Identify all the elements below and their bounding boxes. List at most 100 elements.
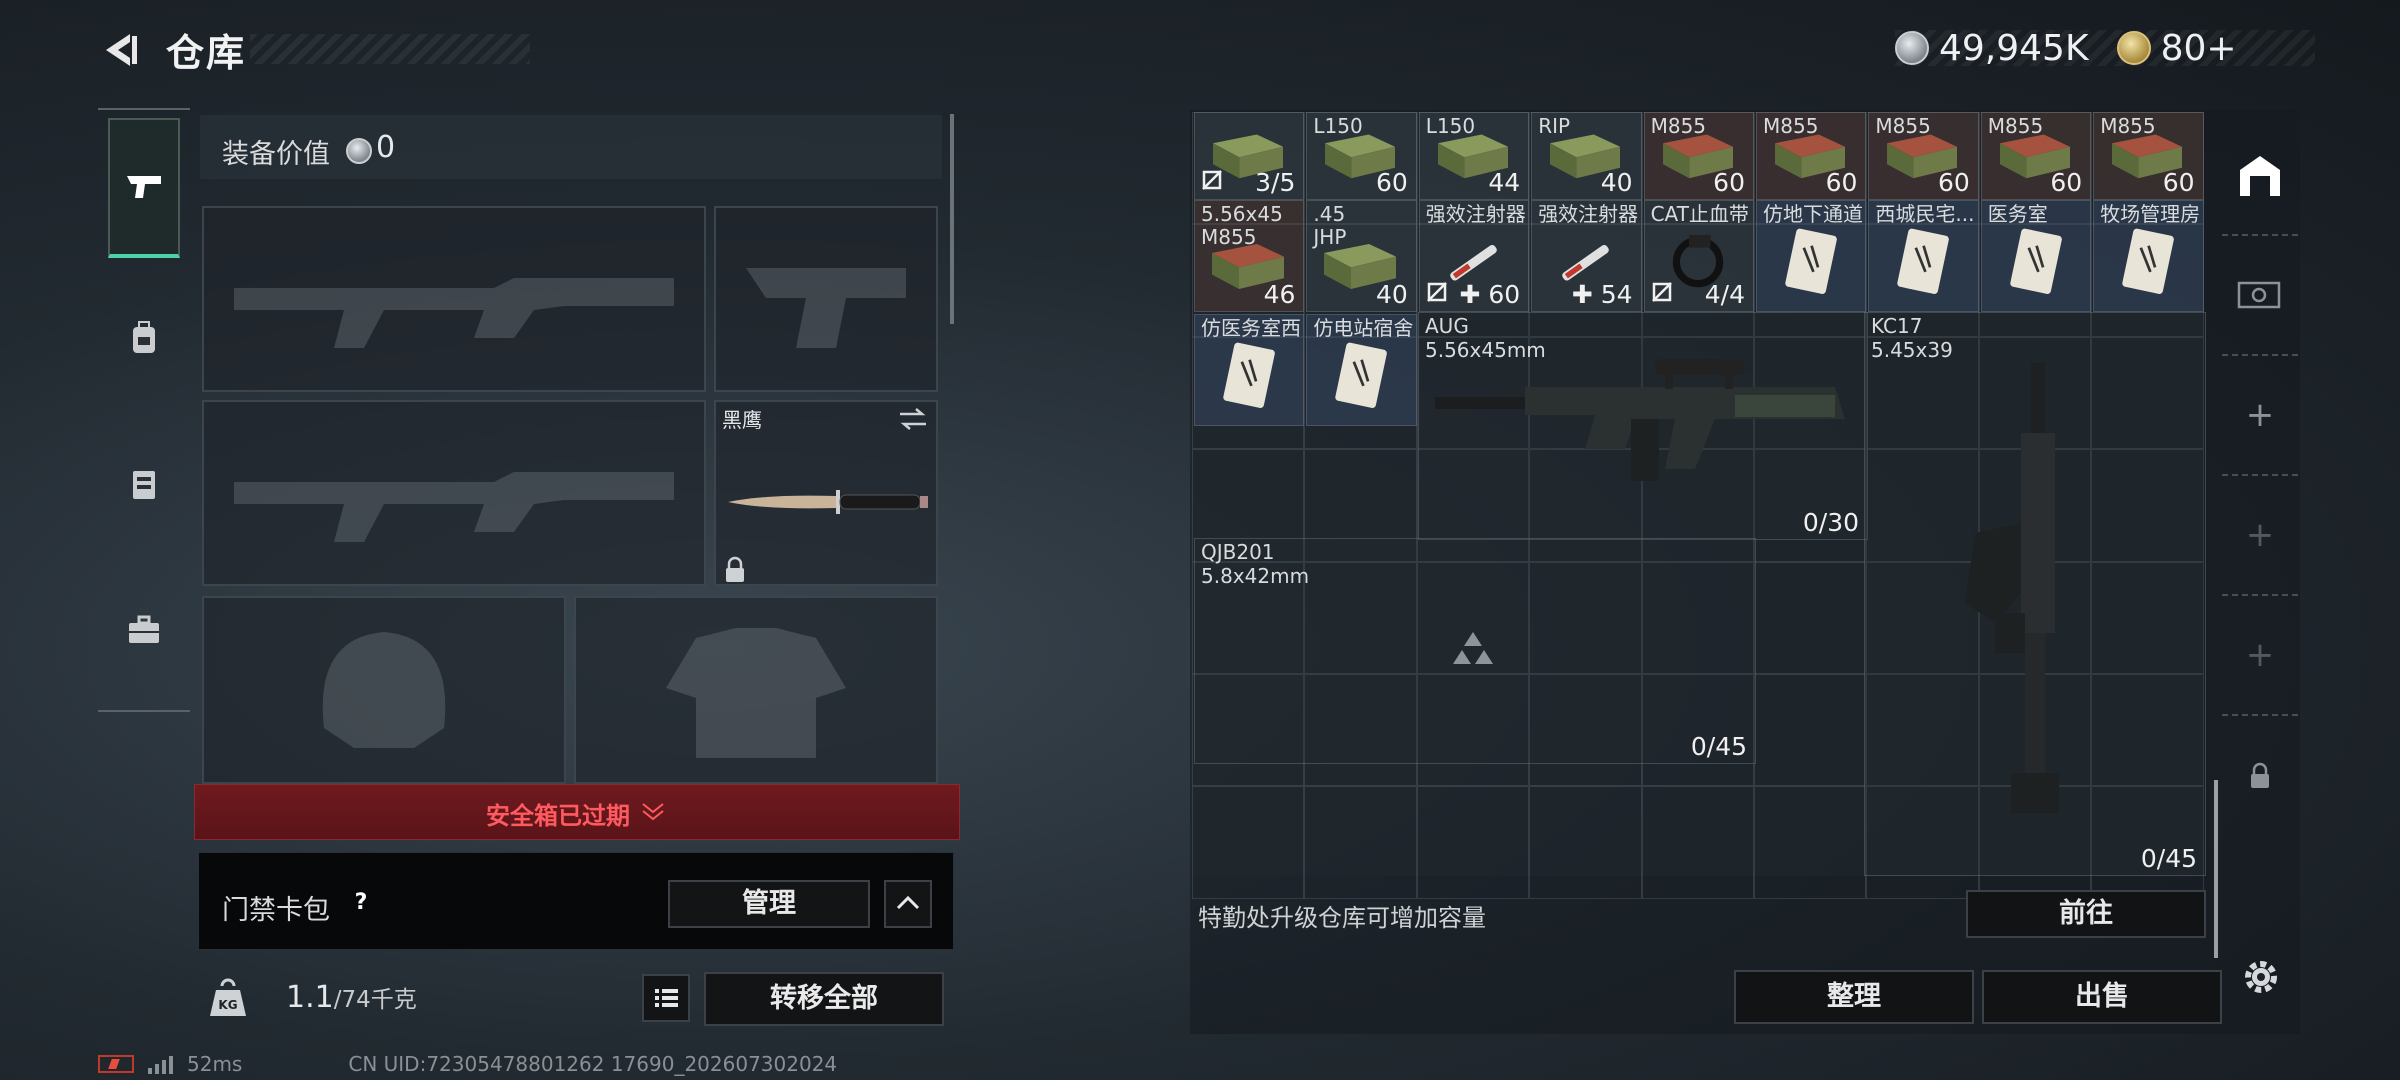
rifle-silhouette-icon: [234, 278, 674, 348]
warehouse-item[interactable]: M855 60: [2093, 112, 2204, 200]
item-name: 仿医务室西: [1201, 316, 1301, 340]
weight-kg-icon: KG: [210, 978, 246, 1016]
warehouse-item[interactable]: 牧场管理房: [2093, 200, 2204, 312]
aug-item[interactable]: AUG 5.56x45mm 0/30: [1418, 312, 1868, 540]
currency-display[interactable]: 49,945K 80+: [1895, 26, 2237, 70]
item-count: 60: [1713, 168, 1745, 197]
goto-button[interactable]: 前往: [1966, 890, 2206, 938]
keycard-icon: [1897, 228, 1950, 294]
item-name: M855: [1650, 114, 1707, 138]
kc17-rifle-icon: [1965, 363, 2059, 813]
warehouse-item[interactable]: M855 60: [1643, 112, 1754, 200]
settings-gear-icon[interactable]: [2238, 954, 2284, 1000]
add-tab-button-3[interactable]: +: [2222, 596, 2298, 716]
warehouse-tab-cash[interactable]: [2222, 236, 2298, 356]
equip-scrollbar[interactable]: [950, 114, 954, 324]
primary-weapon-slot[interactable]: [202, 206, 706, 392]
warehouse-item[interactable]: 西城民宅...: [1868, 200, 1979, 312]
sidearm-slot[interactable]: [714, 206, 938, 392]
warehouse-item[interactable]: RIP 40: [1531, 112, 1642, 200]
grid-cell[interactable]: [1304, 786, 1417, 899]
warehouse-item[interactable]: 仿医务室西: [1194, 314, 1305, 426]
warehouse-item[interactable]: 5.56x45 M855 46: [1194, 200, 1305, 312]
warehouse-item[interactable]: CAT止血带 4/4: [1643, 200, 1754, 312]
signal-icon: [148, 1054, 173, 1074]
warehouse-item[interactable]: M855 60: [1868, 112, 1979, 200]
keycard-icon: [2122, 228, 2175, 294]
list-view-button[interactable]: [642, 974, 690, 1022]
grid-cell[interactable]: [1192, 786, 1305, 899]
item-name: L150: [1313, 114, 1363, 138]
item-count: 46: [1263, 280, 1296, 309]
battery-icon: [98, 1055, 134, 1073]
keycard-icon: [1785, 228, 1837, 294]
pistol-icon: [127, 176, 161, 198]
chevron-up-icon: [896, 895, 920, 910]
lock-icon: [726, 556, 744, 582]
item-name: 医务室: [1987, 202, 2048, 226]
warehouse-item[interactable]: M855 60: [1980, 112, 2092, 200]
tab-frame-bottom: [98, 710, 190, 712]
locked-tab[interactable]: [2222, 716, 2298, 836]
weight-max: /74千克: [333, 987, 417, 1013]
tab-backpack[interactable]: [108, 268, 180, 408]
item-count: 60: [1375, 168, 1408, 197]
warehouse-item[interactable]: L150 60: [1306, 112, 1417, 200]
grid-cell[interactable]: [1416, 786, 1530, 899]
helmet-slot[interactable]: [202, 596, 566, 784]
item-name: 强效注射器: [1538, 202, 1639, 226]
item-name: 仿地下通道: [1763, 202, 1863, 226]
upgrade-note: 特勤处升级仓库可增加容量: [1198, 904, 1486, 932]
warehouse-item[interactable]: 3/5: [1194, 112, 1305, 200]
weight-current: 1.1: [286, 980, 334, 1015]
item-count: 60: [1825, 168, 1858, 197]
unbound-icon: [1651, 282, 1672, 302]
kc17-ammo: 0/45: [2140, 844, 2197, 873]
warehouse-tab-main[interactable]: [2222, 116, 2298, 236]
add-tab-button-1[interactable]: +: [2222, 356, 2298, 476]
item-count: 60: [1937, 168, 1970, 197]
plus-icon: +: [2245, 395, 2275, 435]
secondary-weapon-slot[interactable]: [202, 400, 706, 586]
sell-button[interactable]: 出售: [1982, 970, 2222, 1024]
grid-cell[interactable]: [1754, 786, 1867, 899]
page-title: 仓库: [166, 31, 247, 75]
warehouse-item[interactable]: 仿电站宿舍: [1306, 314, 1417, 426]
grid-cell[interactable]: [1641, 786, 1754, 899]
grid-cell[interactable]: [1529, 786, 1642, 899]
knife-name: 黑鹰: [722, 408, 762, 432]
grid-cell[interactable]: [1754, 561, 1867, 674]
sort-button[interactable]: 整理: [1734, 970, 1974, 1024]
collapse-button[interactable]: [884, 880, 932, 928]
item-count: 40: [1375, 280, 1408, 309]
warehouse-scrollbar[interactable]: [2214, 780, 2218, 958]
gold-coin-icon: [2116, 31, 2151, 65]
item-name: 仿电站宿舍: [1313, 316, 1414, 340]
body-armor-silhouette-icon: [666, 628, 846, 758]
tab-case[interactable]: [108, 560, 180, 700]
item-count: 60: [2162, 168, 2195, 197]
warehouse-item[interactable]: 强效注射器 ✚ 54: [1531, 200, 1642, 312]
help-icon[interactable]: ?: [346, 888, 376, 918]
grid-cell[interactable]: [1754, 674, 1867, 787]
warehouse-item[interactable]: L150 44: [1418, 112, 1530, 200]
keycard-icon: [1223, 342, 1275, 408]
add-tab-button-2[interactable]: +: [2222, 476, 2298, 596]
kc17-name: KC17: [1871, 314, 1923, 338]
warehouse-item[interactable]: M855 60: [1756, 112, 1867, 200]
item-name: M855: [2100, 114, 2156, 138]
warehouse-item[interactable]: 强效注射器 ✚ 60: [1418, 200, 1530, 312]
tab-weapons[interactable]: [108, 118, 180, 258]
equip-value-label: 装备价值: [222, 139, 330, 170]
armor-slot[interactable]: [574, 596, 938, 784]
manage-button[interactable]: 管理: [668, 880, 870, 928]
warehouse-item[interactable]: 医务室: [1980, 200, 2092, 312]
warehouse-item[interactable]: .45 JHP 40: [1306, 200, 1417, 312]
transfer-all-button[interactable]: 转移全部: [704, 972, 944, 1026]
warehouse-item[interactable]: 仿地下通道: [1756, 200, 1867, 312]
kc17-item[interactable]: KC17 5.45x39 0/45: [1864, 312, 2206, 876]
tab-vest[interactable]: [108, 414, 180, 554]
back-arrow-icon[interactable]: [96, 28, 140, 72]
swap-icon[interactable]: [898, 406, 928, 432]
equip-value: 0: [376, 130, 396, 165]
